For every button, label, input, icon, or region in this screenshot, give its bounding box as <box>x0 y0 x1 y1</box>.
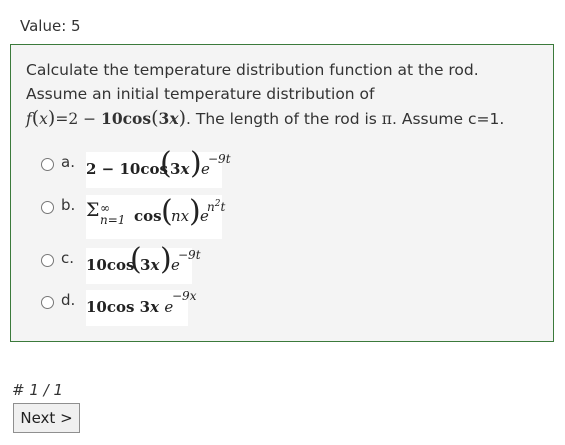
option-a[interactable]: a. 2 − 10cos ( 3x ) e −9t <box>41 146 301 188</box>
option-d[interactable]: d. 10cos 3x e −9x <box>41 289 301 326</box>
question-text: Calculate the temperature distribution f… <box>26 58 536 131</box>
option-c-formula: 10cos ( 3x ) e −9t <box>86 242 201 284</box>
question-box: Calculate the temperature distribution f… <box>10 44 554 342</box>
option-a-letter: a. <box>61 153 75 171</box>
question-text-part2: . The length of the rod is <box>186 110 377 128</box>
question-text-part1: Calculate the temperature distribution f… <box>26 61 479 103</box>
option-d-radio[interactable] <box>41 296 54 309</box>
page-counter: # 1 / 1 <box>12 381 64 399</box>
option-b-radio[interactable] <box>41 201 54 214</box>
question-text-part3: . Assume c=1. <box>391 110 505 128</box>
option-c-letter: c. <box>61 249 75 267</box>
pi-symbol: π <box>381 110 392 128</box>
question-formula: f(x)=2 − 10cos(3x) <box>26 107 187 129</box>
option-b-letter: b. <box>61 196 76 214</box>
next-button[interactable]: Next > <box>13 403 80 433</box>
option-d-formula: 10cos 3x e −9x <box>86 289 196 326</box>
option-b-formula: Σ ∞ n=1 cos ( nx ) e n2t <box>86 194 225 239</box>
option-b[interactable]: b. Σ ∞ n=1 cos ( nx ) e n2t <box>41 194 301 239</box>
option-a-radio[interactable] <box>41 158 54 171</box>
option-c-radio[interactable] <box>41 254 54 267</box>
option-a-formula: 2 − 10cos ( 3x ) e −9t <box>86 146 231 188</box>
option-d-letter: d. <box>61 291 76 309</box>
option-c[interactable]: c. 10cos ( 3x ) e −9t <box>41 242 301 284</box>
value-label: Value: 5 <box>20 17 81 35</box>
